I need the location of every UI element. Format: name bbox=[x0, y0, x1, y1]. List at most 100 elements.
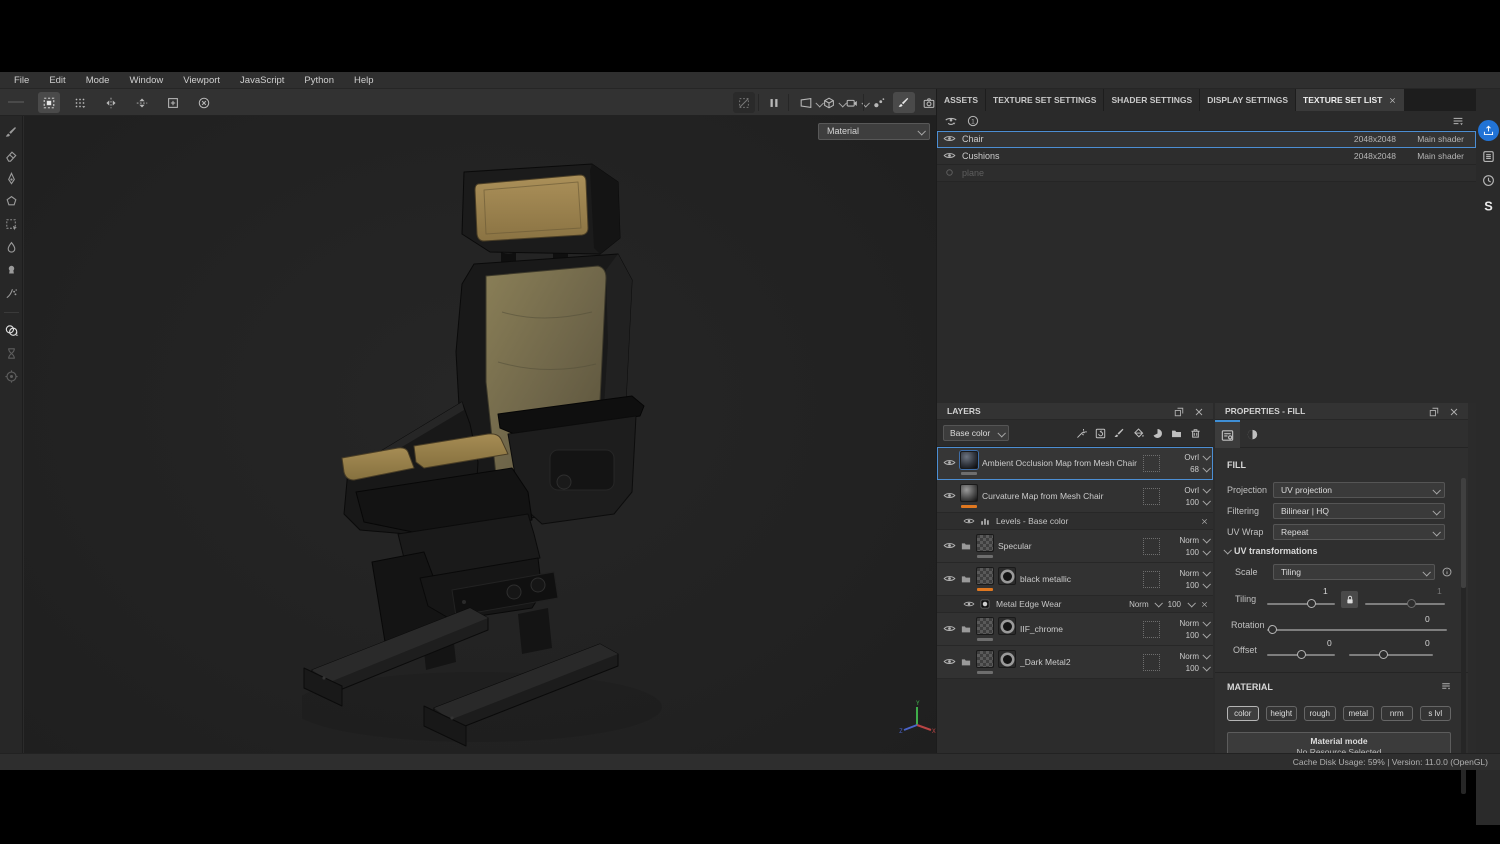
mask-placeholder[interactable] bbox=[1143, 620, 1160, 638]
opacity-dropdown[interactable]: 100 bbox=[1165, 581, 1209, 590]
scrollbar-thumb[interactable] bbox=[1461, 478, 1466, 588]
layer-effect-row[interactable]: Metal Edge Wear Norm 100 bbox=[937, 596, 1213, 613]
uv-transformations-header[interactable]: UV transformations bbox=[1223, 546, 1318, 556]
channel-button-nrm[interactable]: nrm bbox=[1381, 706, 1413, 721]
texture-set-row-plane[interactable]: plane bbox=[937, 165, 1476, 182]
geometry-mode-button[interactable] bbox=[818, 92, 840, 113]
channel-button-rough[interactable]: rough bbox=[1304, 706, 1336, 721]
eye-disabled-icon[interactable] bbox=[943, 166, 957, 180]
dot-grid-button[interactable] bbox=[69, 92, 91, 113]
chevron-down-icon[interactable] bbox=[1202, 499, 1209, 506]
tiling-x-knob[interactable] bbox=[1307, 599, 1316, 608]
mask-thumb[interactable] bbox=[998, 567, 1016, 585]
add-fill-icon[interactable] bbox=[1132, 427, 1146, 441]
chevron-down-icon[interactable] bbox=[1155, 601, 1162, 608]
chevron-down-icon[interactable] bbox=[1202, 620, 1209, 627]
chevron-down-icon[interactable] bbox=[1202, 466, 1209, 473]
float-panel-icon[interactable] bbox=[1173, 406, 1185, 418]
properties-tab-fill-settings[interactable] bbox=[1215, 420, 1240, 448]
channel-button-height[interactable]: height bbox=[1265, 706, 1297, 721]
layer-content-thumb[interactable] bbox=[976, 567, 994, 585]
solo-view-icon[interactable]: 1 bbox=[966, 114, 981, 129]
viewport-3d[interactable]: Material Y X Z bbox=[24, 116, 936, 753]
layer-thumbnail[interactable] bbox=[960, 451, 978, 475]
display-mode-button[interactable] bbox=[795, 92, 817, 113]
blend-mode-dropdown[interactable]: Norm bbox=[1165, 569, 1209, 578]
layer-row[interactable]: IIF_chrome Norm 100 bbox=[937, 613, 1213, 646]
export-button[interactable] bbox=[1477, 120, 1499, 141]
options-menu-icon[interactable] bbox=[1440, 680, 1452, 692]
blend-mode-dropdown[interactable]: Norm bbox=[1165, 652, 1209, 661]
hourglass-tool-icon[interactable] bbox=[3, 345, 20, 362]
channel-button-s-lvl[interactable]: s lvl bbox=[1419, 706, 1451, 721]
tiling-x-value[interactable]: 1 bbox=[1323, 586, 1328, 596]
offset-x-slider[interactable] bbox=[1267, 650, 1335, 659]
layer-mask-thumbnail[interactable] bbox=[998, 567, 1016, 591]
opacity-dropdown[interactable]: 68 bbox=[1165, 465, 1209, 474]
blend-mode-dropdown[interactable]: Norm bbox=[1165, 536, 1209, 545]
close-icon[interactable] bbox=[1200, 600, 1209, 609]
chevron-down-icon[interactable] bbox=[1202, 549, 1209, 556]
properties-tab-material-sphere[interactable] bbox=[1240, 420, 1265, 448]
opacity-dropdown[interactable]: 100 bbox=[1165, 548, 1209, 557]
chevron-down-icon[interactable] bbox=[1202, 537, 1209, 544]
reset-circle-button[interactable] bbox=[193, 92, 215, 113]
layer-content-thumb[interactable] bbox=[960, 451, 978, 469]
eye-icon[interactable] bbox=[943, 622, 957, 636]
tab-texture-set-settings[interactable]: TEXTURE SET SETTINGS bbox=[986, 89, 1104, 111]
tab-texture-set-list[interactable]: TEXTURE SET LIST bbox=[1296, 89, 1405, 111]
layer-content-thumb[interactable] bbox=[960, 484, 978, 502]
eye-icon[interactable] bbox=[963, 598, 975, 610]
chevron-down-icon[interactable] bbox=[1202, 582, 1209, 589]
options-menu-icon[interactable] bbox=[1451, 114, 1466, 129]
layer-content-thumb[interactable] bbox=[976, 617, 994, 635]
menu-file[interactable]: File bbox=[4, 72, 39, 89]
chevron-down-icon[interactable] bbox=[1202, 570, 1209, 577]
wireframe-disabled-button[interactable] bbox=[733, 92, 755, 113]
chair-3d-model[interactable] bbox=[302, 162, 702, 753]
rotation-value[interactable]: 0 bbox=[1425, 614, 1430, 624]
blend-mode-dropdown[interactable]: Norm bbox=[1165, 619, 1209, 628]
eye-icon[interactable] bbox=[963, 515, 975, 527]
texture-set-row-chair[interactable]: Chair 2048x2048 Main shader bbox=[937, 131, 1476, 148]
layer-row[interactable]: _Dark Metal2 Norm 100 bbox=[937, 646, 1213, 679]
delete-layer-icon[interactable] bbox=[1189, 427, 1203, 441]
tab-assets[interactable]: ASSETS bbox=[937, 89, 986, 111]
tab-display-settings[interactable]: DISPLAY SETTINGS bbox=[1200, 89, 1295, 111]
layer-thumbnail[interactable] bbox=[976, 617, 994, 641]
material-picker-tool-icon[interactable]: 1 bbox=[3, 322, 20, 339]
channel-filter-dropdown[interactable]: Base color bbox=[943, 425, 1009, 441]
menu-python[interactable]: Python bbox=[294, 72, 344, 89]
frame-add-button[interactable] bbox=[162, 92, 184, 113]
eye-icon[interactable] bbox=[943, 149, 957, 163]
mask-placeholder[interactable] bbox=[1143, 537, 1160, 555]
eye-icon[interactable] bbox=[943, 539, 957, 553]
mask-placeholder[interactable] bbox=[1143, 653, 1160, 671]
add-effect-icon[interactable] bbox=[1075, 427, 1089, 441]
eye-icon[interactable] bbox=[943, 572, 957, 586]
chevron-down-icon[interactable] bbox=[1202, 653, 1209, 660]
offset-y-knob[interactable] bbox=[1379, 650, 1388, 659]
layer-thumbnail[interactable] bbox=[976, 650, 994, 674]
smudge-tool-icon[interactable] bbox=[3, 239, 20, 256]
close-panel-icon[interactable] bbox=[1193, 406, 1205, 418]
eye-icon[interactable] bbox=[943, 132, 957, 146]
uv-wrap-select[interactable]: Repeat bbox=[1273, 524, 1445, 540]
polygon-fill-tool-icon[interactable] bbox=[3, 193, 20, 210]
camera-projection-button[interactable] bbox=[841, 92, 863, 113]
opacity-dropdown[interactable]: 100 bbox=[1165, 631, 1209, 640]
pause-button[interactable] bbox=[763, 92, 785, 113]
close-panel-icon[interactable] bbox=[1448, 406, 1460, 418]
layer-thumbnail[interactable] bbox=[976, 567, 994, 591]
layer-row[interactable]: black metallic Norm 100 bbox=[937, 563, 1213, 596]
texture-set-row-cushions[interactable]: Cushions 2048x2048 Main shader bbox=[937, 148, 1476, 165]
channel-button-metal[interactable]: metal bbox=[1342, 706, 1374, 721]
scale-select[interactable]: Tiling bbox=[1273, 564, 1435, 580]
layer-content-thumb[interactable] bbox=[976, 534, 994, 552]
viewport-material-selector[interactable]: Material bbox=[818, 123, 930, 140]
projection-tool-icon[interactable] bbox=[3, 170, 20, 187]
layer-row[interactable]: Curvature Map from Mesh Chair Ovrl 100 bbox=[937, 480, 1213, 513]
offset-y-slider[interactable] bbox=[1349, 650, 1433, 659]
particles-button[interactable] bbox=[868, 92, 890, 113]
eraser-tool-icon[interactable] bbox=[3, 147, 20, 164]
